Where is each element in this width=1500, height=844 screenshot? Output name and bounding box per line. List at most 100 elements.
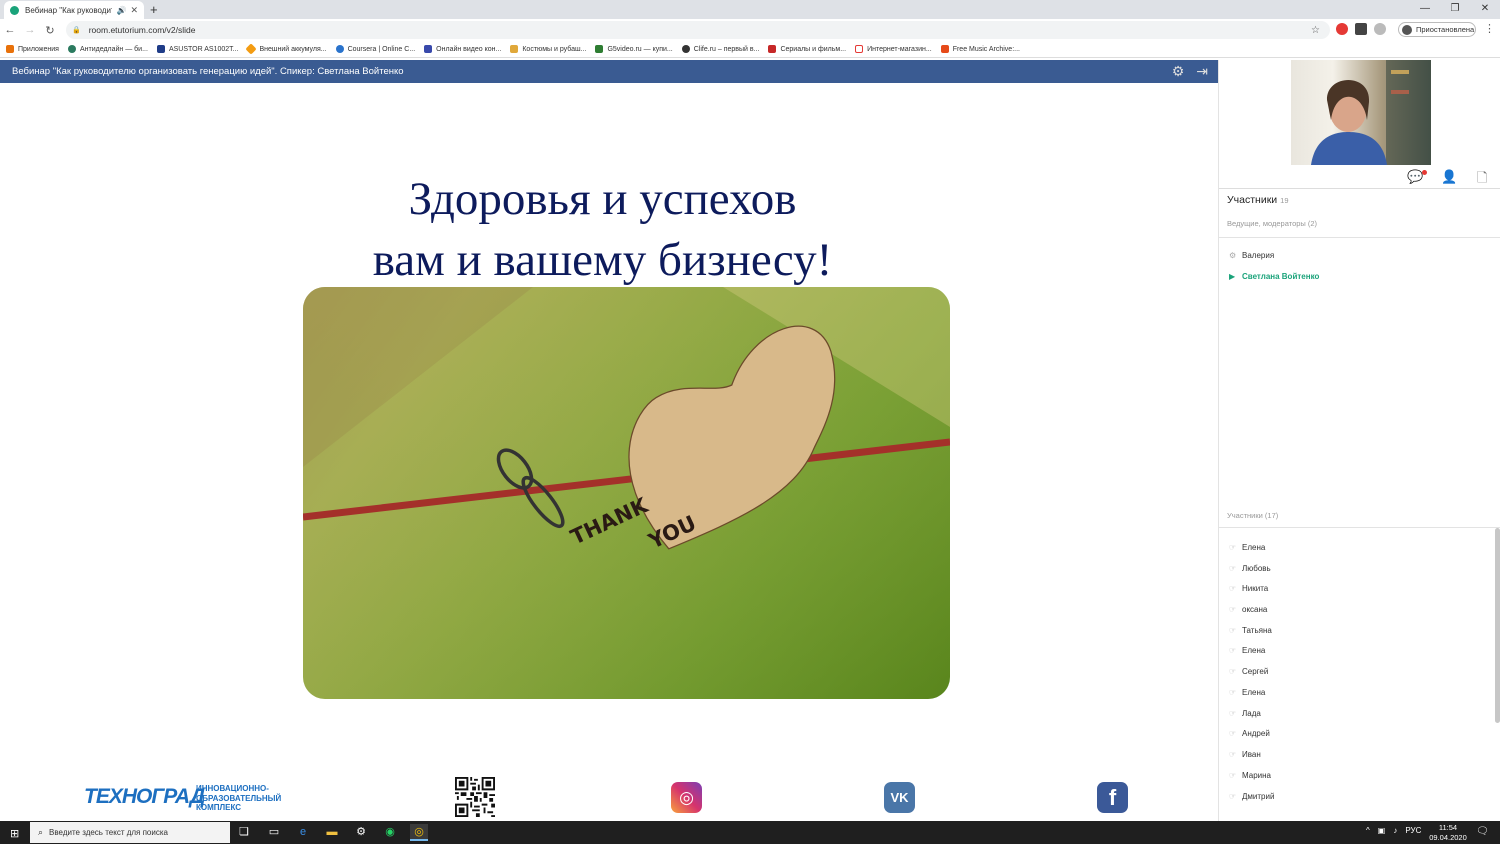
profile-label: Приостановлена [1416, 25, 1475, 34]
logo-sub-line-1: ИННОВАЦИОННО- [196, 784, 269, 793]
slide-title-line-2: вам и вашему бизнесу! [372, 234, 833, 286]
bookmark-label: Coursera | Online C... [347, 45, 416, 53]
attendee-item[interactable]: ☞ Елена [1229, 688, 1265, 697]
attendee-item[interactable]: ☞ Любовь [1229, 564, 1271, 573]
bookmark-apps[interactable]: Приложения [6, 45, 59, 53]
hand-icon: ☞ [1229, 771, 1237, 780]
extension-icon-2[interactable] [1374, 23, 1386, 35]
logo-sub-line-2: ОБРАЗОВАТЕЛЬНЫЙ [196, 793, 282, 803]
webinar-title: Вебинар "Как руководителю организовать г… [12, 66, 404, 77]
attendee-name: Никита [1242, 584, 1269, 593]
host-item[interactable]: ⚙ Валерия [1229, 251, 1274, 260]
volume-icon[interactable]: ♪ [1393, 826, 1397, 835]
profile-button[interactable]: Приостановлена [1398, 22, 1476, 37]
close-window-button[interactable]: ✕ [1470, 0, 1500, 19]
settings-app-icon[interactable]: ⚙ [352, 824, 370, 841]
hand-icon: ☞ [1229, 564, 1237, 573]
bookmark-star-icon[interactable]: ☆ [1311, 25, 1320, 36]
bookmark-item[interactable]: Интернет-магазин... [855, 45, 932, 53]
back-button[interactable]: ← [0, 24, 20, 36]
files-tab-icon[interactable]: 🗋 [1477, 169, 1487, 191]
participants-tab-icon[interactable]: 👤 [1441, 169, 1457, 185]
network-icon[interactable]: ▣ [1378, 826, 1386, 835]
bookmark-item[interactable]: Костюмы и рубаш... [510, 45, 586, 53]
thank-you-heart-photo: THANK YOU [303, 287, 950, 699]
whatsapp-app-icon[interactable]: ◉ [381, 824, 399, 841]
attendee-item[interactable]: ☞ Андрей [1229, 729, 1270, 738]
attendee-name: Марина [1242, 771, 1271, 780]
browser-menu-icon[interactable]: ⋮ [1484, 22, 1495, 35]
tray-chevron-icon[interactable]: ^ [1366, 826, 1370, 835]
participants-count: 19 [1280, 196, 1289, 205]
bookmark-icon [67, 45, 76, 53]
panel-tabs: 💬 👤 🗋 [1219, 167, 1500, 189]
attendee-name: Елена [1242, 646, 1266, 655]
bookmark-item[interactable]: Clife.ru – первый в... [681, 45, 759, 53]
attendee-item[interactable]: ☞ Сергей [1229, 667, 1268, 676]
lock-icon[interactable]: 🔒 [72, 26, 81, 34]
minimize-button[interactable]: — [1410, 0, 1440, 19]
bookmark-item[interactable]: Free Music Archive:... [940, 45, 1020, 53]
bookmark-icon [768, 45, 777, 53]
bookmark-item[interactable]: Онлайн видео кон... [424, 45, 501, 53]
divider [1219, 237, 1500, 238]
bookmark-item[interactable]: Coursera | Online C... [335, 45, 416, 53]
attendee-item[interactable]: ☞ оксана [1229, 605, 1267, 614]
bookmark-item[interactable]: ASUSTOR AS1002T... [156, 45, 238, 53]
participants-header: Участники 19 [1227, 194, 1289, 206]
keyboard-language[interactable]: РУС [1405, 826, 1421, 835]
bookmark-item[interactable]: Внешний аккумуля... [245, 43, 327, 55]
chrome-app-icon[interactable]: ◎ [410, 824, 428, 841]
instagram-icon: ◎ [671, 782, 702, 813]
forward-button[interactable]: → [20, 24, 40, 36]
bookmark-icon [510, 45, 519, 53]
logo-sub-line-3: КОМПЛЕКС [196, 803, 242, 812]
bookmark-icon [245, 43, 258, 55]
chat-tab-icon[interactable]: 💬 [1407, 169, 1423, 185]
extension-icon[interactable] [1355, 23, 1367, 35]
speaker-webcam-video [1291, 60, 1431, 165]
hand-icon: ☞ [1229, 667, 1237, 676]
folder-app-icon[interactable]: ▬ [323, 824, 341, 841]
tab-close-icon[interactable]: ✕ [130, 5, 138, 16]
attendee-name: Любовь [1242, 564, 1271, 573]
bookmark-item[interactable]: Сериалы и фильм... [768, 45, 846, 53]
attendee-item[interactable]: ☞ Марина [1229, 771, 1271, 780]
bookmark-item[interactable]: G5video.ru — купи... [595, 45, 673, 53]
attendee-item[interactable]: ☞ Дмитрий [1229, 792, 1274, 801]
attendee-item[interactable]: ☞ Елена [1229, 543, 1265, 552]
exit-icon[interactable]: ⇥ [1196, 63, 1208, 80]
audio-playing-icon[interactable]: 🔊 [116, 6, 126, 15]
attendee-item[interactable]: ☞ Иван [1229, 750, 1261, 759]
gear-icon: ⚙ [1229, 251, 1237, 260]
address-bar[interactable]: 🔒 room.etutorium.com/v2/slide ☆ [66, 21, 1330, 39]
attendees-scrollbar[interactable] [1495, 528, 1500, 723]
taskbar-clock[interactable]: 11:54 09.04.2020 [1428, 823, 1468, 843]
taskbar-search-box[interactable]: ⌕ Введите здесь текст для поиска [30, 822, 230, 843]
host-item-speaker[interactable]: ▶ Светлана Войтенко [1229, 272, 1319, 281]
task-view-icon[interactable]: ❏ [235, 824, 253, 841]
participants-panel: 💬 👤 🗋 Участники 19 Ведущие, модераторы (2… [1218, 60, 1500, 821]
explorer-app-icon[interactable]: ▭ [265, 824, 283, 841]
bookmark-item[interactable]: Антидедлайн — би... [67, 45, 148, 53]
vk-icon: VK [884, 782, 915, 813]
attendee-item[interactable]: ☞ Елена [1229, 646, 1265, 655]
attendee-item[interactable]: ☞ Лада [1229, 709, 1261, 718]
cart-icon [156, 45, 165, 53]
restore-button[interactable]: ❐ [1440, 0, 1470, 19]
browser-tab-active[interactable]: Вебинар "Как руководителю организ 🔊 ✕ [4, 1, 144, 19]
attendee-item[interactable]: ☞ Татьяна [1229, 626, 1272, 635]
participants-title: Участники [1227, 194, 1278, 206]
settings-gear-icon[interactable]: ⚙ [1172, 63, 1185, 80]
attendee-name: Сергей [1242, 667, 1269, 676]
host-name: Валерия [1242, 251, 1275, 260]
windows-start-icon[interactable]: ⊞ [10, 827, 19, 840]
reload-button[interactable]: ↻ [40, 24, 60, 37]
notification-center-icon[interactable]: 🗨 [1476, 826, 1489, 837]
adblock-extension-icon[interactable] [1336, 23, 1348, 35]
apps-grid-icon [6, 45, 14, 53]
new-tab-button[interactable]: + [150, 2, 158, 17]
edge-app-icon[interactable]: e [294, 824, 312, 841]
bookmark-icon [424, 45, 433, 53]
attendee-item[interactable]: ☞ Никита [1229, 584, 1268, 593]
